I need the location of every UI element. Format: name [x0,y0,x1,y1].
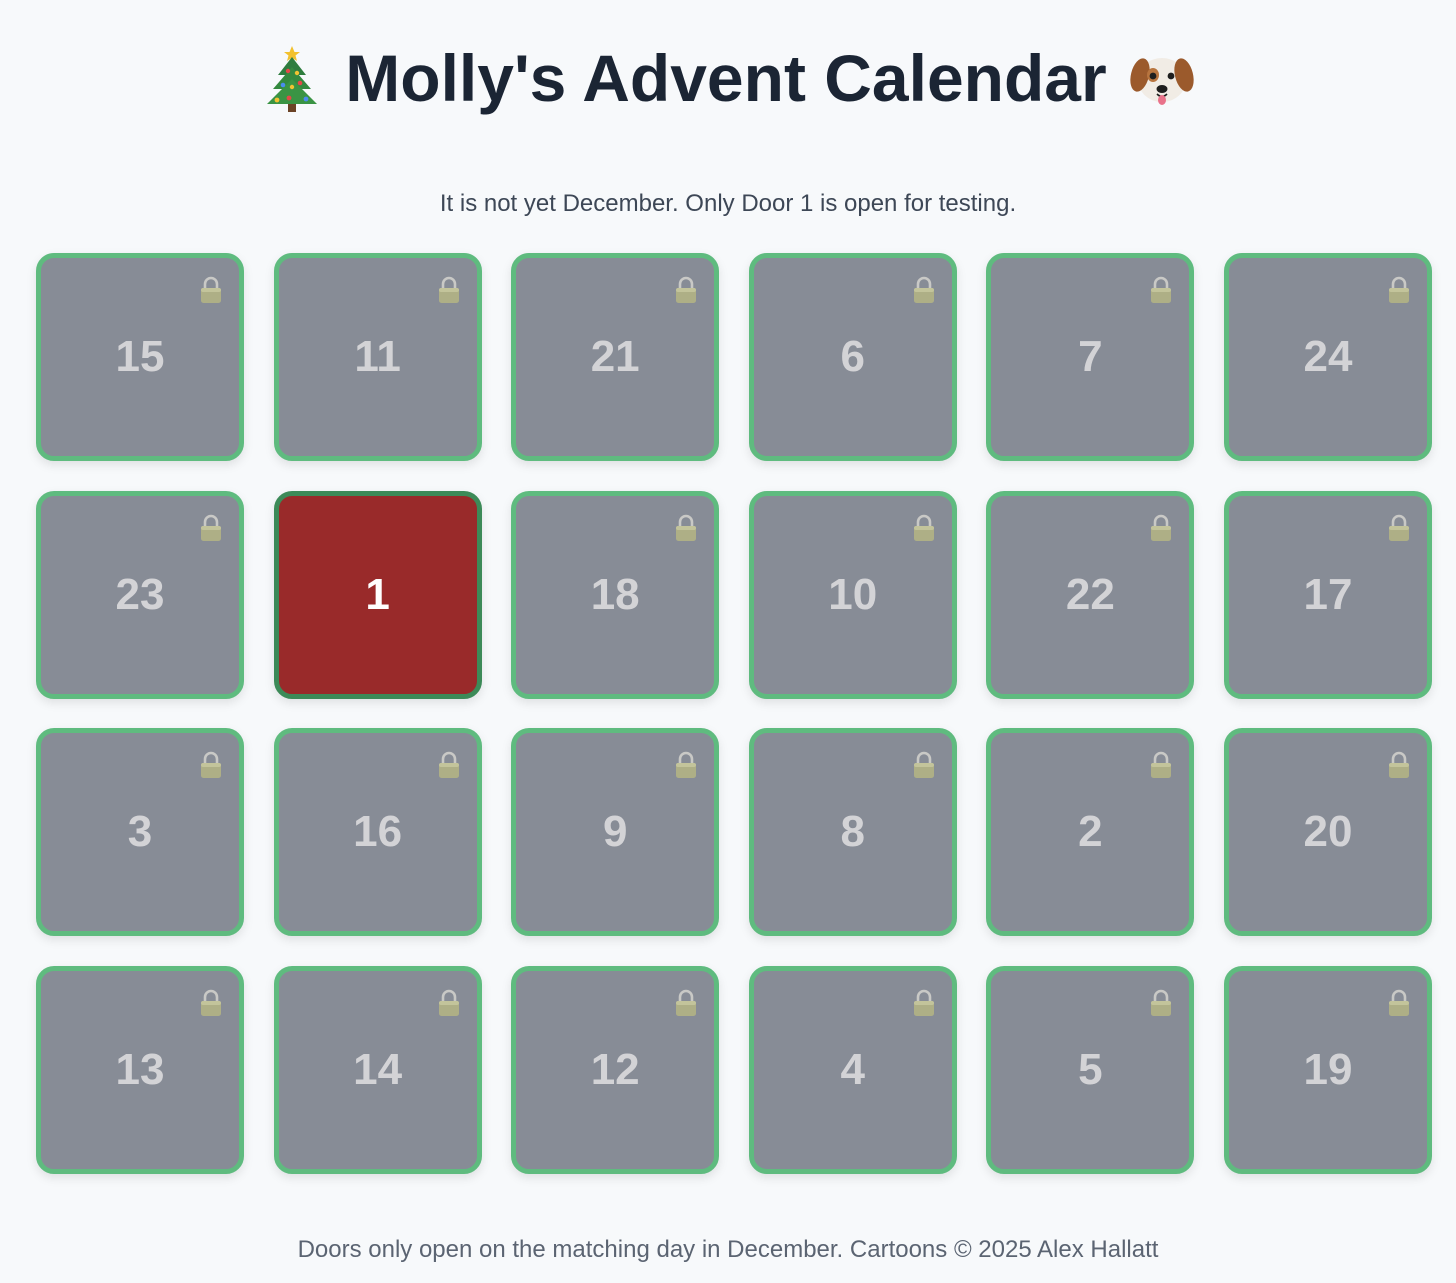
door-16[interactable]: 16 [273,728,482,937]
lock-icon [1149,751,1173,779]
lock-icon [199,751,223,779]
lock-icon [674,276,698,304]
footer-note: Doors only open on the matching day in D… [297,1236,1159,1263]
page-title: Molly's Advent Calendar [345,41,1107,115]
door-number: 3 [127,807,153,857]
door-22[interactable]: 22 [986,490,1195,699]
lock-icon [1387,514,1411,542]
door-number: 22 [1065,569,1115,619]
christmas-tree-icon [267,46,318,112]
door-number: 9 [602,807,628,857]
door-1[interactable]: 1 [273,490,482,699]
door-15[interactable]: 15 [36,253,244,461]
door-number: 10 [828,569,878,619]
door-24[interactable]: 24 [1223,253,1432,461]
door-10[interactable]: 10 [748,490,957,699]
door-23[interactable]: 23 [36,490,244,699]
door-5[interactable]: 5 [986,965,1195,1174]
door-number: 2 [1078,807,1103,857]
door-number: 1 [365,569,390,619]
door-number: 14 [353,1044,403,1094]
lock-icon [1149,514,1173,542]
lock-icon [437,276,461,304]
lock-icon [912,514,936,542]
lock-icon [199,989,223,1017]
lock-icon [437,989,461,1017]
door-number: 8 [840,807,866,857]
door-number: 16 [353,807,403,857]
lock-icon [199,276,223,304]
door-number: 18 [590,569,640,619]
door-19[interactable]: 19 [1223,965,1432,1174]
lock-icon [1387,751,1411,779]
door-4[interactable]: 4 [748,965,957,1174]
door-grid: 15 11 21 6 7 24 23 1 18 10 22 17 3 16 9 8 2 20 13 14 12 4 5 19 [36,253,1432,1174]
door-number: 13 [115,1044,165,1094]
door-number: 12 [590,1044,640,1094]
lock-icon [1149,276,1173,304]
door-2[interactable]: 2 [986,728,1195,937]
door-11[interactable]: 11 [273,253,482,461]
lock-icon [674,514,698,542]
door-21[interactable]: 21 [511,253,720,461]
door-number: 4 [840,1044,866,1094]
door-number: 17 [1303,569,1353,619]
lock-icon [1387,989,1411,1017]
door-3[interactable]: 3 [36,728,244,937]
door-number: 21 [590,332,640,381]
lock-icon [912,751,936,779]
door-number: 19 [1303,1044,1353,1094]
door-number: 24 [1303,332,1353,381]
door-18[interactable]: 18 [511,490,720,699]
status-note: It is not yet December. Only Door 1 is o… [439,190,1017,217]
lock-icon [912,276,936,304]
door-8[interactable]: 8 [748,728,957,937]
door-number: 23 [115,569,165,619]
lock-icon [1149,989,1173,1017]
door-number: 15 [115,332,165,381]
lock-icon [437,751,461,779]
lock-icon [912,989,936,1017]
door-number: 11 [354,332,401,381]
door-number: 5 [1078,1044,1103,1094]
door-12[interactable]: 12 [511,965,720,1174]
door-7[interactable]: 7 [986,253,1195,461]
lock-icon [674,751,698,779]
title-row: Molly's Advent Calendar [0,38,1456,118]
lock-icon [1387,276,1411,304]
door-number: 6 [840,332,866,381]
dog-face-icon [1130,58,1194,105]
door-14[interactable]: 14 [273,965,482,1174]
door-number: 20 [1303,807,1353,857]
door-6[interactable]: 6 [748,253,957,461]
door-13[interactable]: 13 [36,965,244,1174]
lock-icon [674,989,698,1017]
door-9[interactable]: 9 [511,728,720,937]
door-17[interactable]: 17 [1223,490,1432,699]
door-20[interactable]: 20 [1223,728,1432,937]
door-number: 7 [1078,332,1103,381]
lock-icon [199,514,223,542]
